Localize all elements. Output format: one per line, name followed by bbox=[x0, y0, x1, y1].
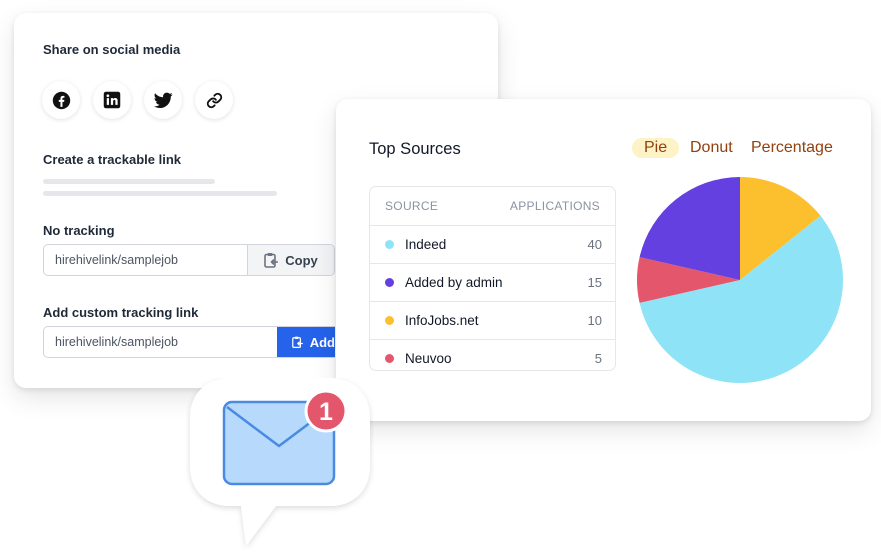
legend-dot bbox=[385, 240, 394, 249]
sources-table: SOURCE APPLICATIONS Indeed 40 Added by a… bbox=[369, 186, 616, 371]
custom-link-input[interactable] bbox=[44, 327, 276, 357]
twitter-icon bbox=[153, 92, 173, 108]
source-count: 40 bbox=[587, 237, 602, 252]
pie-chart bbox=[636, 177, 843, 383]
top-sources-card: Top Sources Pie Donut Percentage SOURCE … bbox=[336, 99, 871, 421]
no-tracking-input[interactable] bbox=[44, 245, 250, 275]
source-name: InfoJobs.net bbox=[405, 313, 479, 328]
notification-badge: 1 bbox=[304, 389, 348, 433]
skeleton-line bbox=[43, 179, 215, 184]
legend-dot bbox=[385, 278, 394, 287]
table-row[interactable]: InfoJobs.net 10 bbox=[370, 302, 615, 340]
trackable-title: Create a trackable link bbox=[43, 152, 182, 167]
no-tracking-field: Copy bbox=[43, 244, 335, 276]
source-name: Indeed bbox=[405, 237, 447, 252]
no-tracking-label: No tracking bbox=[43, 223, 115, 238]
clipboard-icon bbox=[264, 253, 279, 268]
table-row[interactable]: Added by admin 15 bbox=[370, 264, 615, 302]
tab-pie[interactable]: Pie bbox=[632, 138, 680, 158]
facebook-icon bbox=[52, 91, 70, 109]
copy-button-label: Copy bbox=[285, 252, 318, 268]
notification-count: 1 bbox=[319, 398, 333, 426]
source-count: 5 bbox=[594, 351, 602, 366]
skeleton-line bbox=[43, 191, 277, 196]
source-count: 15 bbox=[587, 275, 602, 290]
copy-button[interactable]: Copy bbox=[247, 245, 334, 275]
table-row[interactable]: Indeed 40 bbox=[370, 226, 615, 264]
add-button[interactable]: Add bbox=[277, 327, 335, 357]
source-name: Added by admin bbox=[405, 275, 503, 290]
social-title: Share on social media bbox=[43, 42, 181, 57]
table-row[interactable]: Neuvoo 5 bbox=[370, 340, 615, 370]
header-source: SOURCE bbox=[385, 199, 439, 213]
facebook-button[interactable] bbox=[42, 81, 80, 119]
link-icon bbox=[206, 92, 222, 108]
linkedin-icon bbox=[103, 91, 121, 109]
tab-donut[interactable]: Donut bbox=[690, 138, 733, 158]
notification-bubble: 1 bbox=[190, 378, 370, 546]
legend-dot bbox=[385, 316, 394, 325]
tab-percentage[interactable]: Percentage bbox=[751, 138, 833, 158]
add-button-label: Add bbox=[309, 334, 335, 350]
copy-link-button[interactable] bbox=[195, 81, 233, 119]
custom-link-field: Add bbox=[43, 326, 335, 358]
twitter-button[interactable] bbox=[144, 81, 182, 119]
clipboard-icon bbox=[292, 336, 303, 348]
source-count: 10 bbox=[587, 313, 602, 328]
linkedin-button[interactable] bbox=[93, 81, 131, 119]
table-header: SOURCE APPLICATIONS bbox=[370, 187, 615, 226]
legend-dot bbox=[385, 354, 394, 363]
header-applications: APPLICATIONS bbox=[509, 199, 600, 213]
source-name: Neuvoo bbox=[405, 351, 452, 366]
sources-title: Top Sources bbox=[369, 140, 461, 158]
custom-link-label: Add custom tracking link bbox=[43, 305, 199, 320]
